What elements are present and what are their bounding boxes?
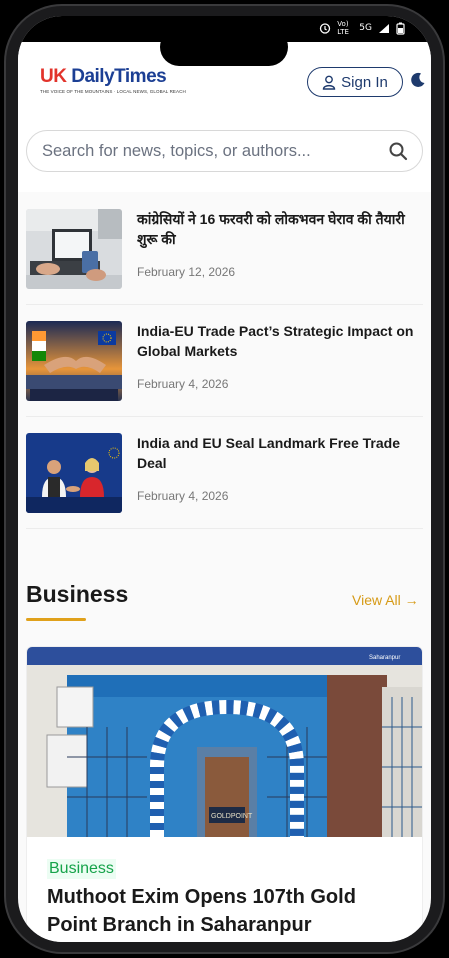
list-item[interactable]: India and EU Seal Landmark Free Trade De… [26,421,423,529]
article-title[interactable]: कांग्रेसियों ने 16 फरवरी को लोकभवन घेराव… [137,209,421,249]
network-label: Vo) LTE [337,20,349,36]
search-input[interactable]: Search for news, topics, or authors... [42,142,311,161]
logo-brand-uk: UK [40,66,67,87]
sign-in-button[interactable]: Sign In [307,67,403,97]
logo-brand-name: DailyTimes [66,66,167,87]
article-title[interactable]: India-EU Trade Pact’s Strategic Impact o… [137,321,421,361]
article-thumbnail[interactable] [26,433,122,513]
signal-icon [379,23,389,33]
section-title: Business [26,581,129,607]
view-all-link[interactable]: View All → [352,592,419,608]
logo-tagline: THE VOICE OF THE MOUNTAINS · LOCAL NEWS,… [40,89,186,94]
article-thumbnail[interactable] [26,321,122,401]
featured-image-sign: Saharanpur [369,655,400,661]
battery-icon [396,22,405,35]
dark-mode-moon-icon[interactable] [410,72,426,88]
featured-article-card[interactable]: Saharanpur GOLDPOINT Business Muthoot Ex… [26,646,423,942]
alarm-icon [320,23,331,34]
search-icon[interactable] [388,141,408,161]
featured-article-title[interactable]: Muthoot Exim Opens 107th Gold Point Bran… [47,883,407,939]
article-title[interactable]: India and EU Seal Landmark Free Trade De… [137,433,421,473]
signal-label: 5G [359,23,372,33]
article-date: February 12, 2026 [137,265,236,279]
site-logo[interactable]: UK DailyTimes THE VOICE OF THE MOUNTAINS… [40,66,186,104]
status-icons: Vo) LTE 5G [319,20,405,36]
user-icon [322,75,336,90]
list-item[interactable]: कांग्रेसियों ने 16 फरवरी को लोकभवन घेराव… [26,197,423,305]
featured-image-door-sign: GOLDPOINT [211,813,253,820]
section-title-underline [26,618,86,621]
search-bar[interactable]: Search for news, topics, or authors... [26,130,423,172]
list-item[interactable]: India-EU Trade Pact’s Strategic Impact o… [26,309,423,417]
article-date: February 4, 2026 [137,377,229,391]
dynamic-island [160,28,288,66]
featured-article-image[interactable]: Saharanpur GOLDPOINT [27,647,423,837]
article-date: February 4, 2026 [137,489,229,503]
article-thumbnail[interactable] [26,209,122,289]
category-badge[interactable]: Business [47,859,116,879]
sign-in-label: Sign In [341,73,388,91]
screen: Vo) LTE 5G UK DailyTimes THE VOICE OF TH… [18,16,431,942]
